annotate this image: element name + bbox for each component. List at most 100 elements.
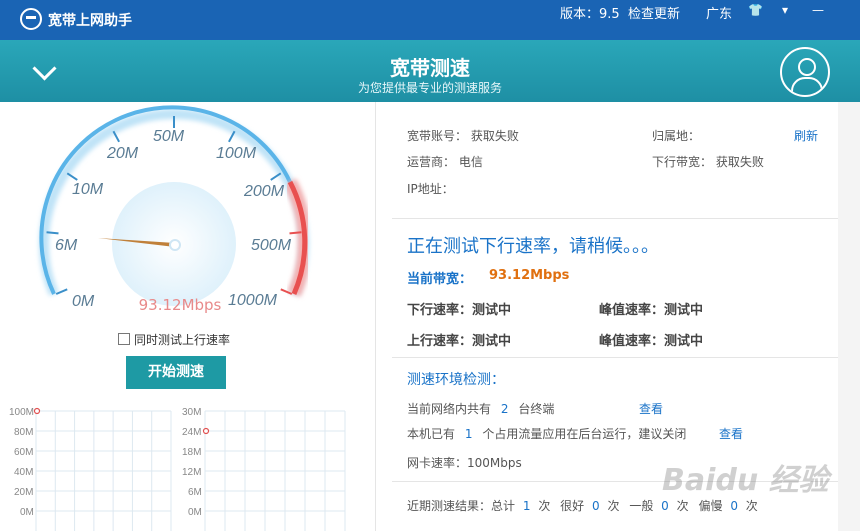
nic-speed: 网卡速率：100Mbps bbox=[407, 456, 522, 470]
slow-label: 偏慢 bbox=[698, 499, 723, 513]
env-terminals-prefix: 当前网络内共有 bbox=[407, 402, 492, 416]
gauge-tick bbox=[66, 172, 78, 181]
page-subtitle: 为您提供最专业的测速服务 bbox=[357, 81, 502, 95]
avg-unit: 次 bbox=[676, 499, 689, 513]
env-terminals-count: 2 bbox=[500, 402, 509, 416]
y-tick: 18M bbox=[182, 447, 201, 458]
scrollbar[interactable] bbox=[838, 102, 860, 531]
location-label: 归属地： bbox=[652, 129, 701, 143]
upload-test-checkbox[interactable] bbox=[118, 333, 130, 345]
start-test-button[interactable]: 开始测速 bbox=[126, 356, 226, 389]
divider bbox=[392, 218, 838, 219]
region-selector[interactable]: 广东 bbox=[706, 3, 732, 22]
y-tick: 30M bbox=[182, 407, 201, 418]
gauge-label-10: 10M bbox=[72, 181, 104, 198]
down-rate: 下行速率：测试中 bbox=[407, 303, 512, 318]
chart-point bbox=[202, 427, 210, 435]
gauge-label-50: 50M bbox=[153, 128, 185, 145]
isp-label: 运营商： bbox=[407, 155, 456, 169]
up-peak-rate: 峰值速率：测试中 bbox=[599, 334, 704, 349]
ip-label: IP地址： bbox=[407, 182, 454, 196]
avg-label: 一般 bbox=[629, 499, 654, 513]
downlink-bw-label: 下行带宽： bbox=[652, 155, 713, 169]
downlink-history-chart: 100M 80M 60M 40M 20M 0M bbox=[9, 407, 172, 531]
recent-total: 1 bbox=[522, 499, 531, 513]
y-tick: 60M bbox=[14, 447, 33, 458]
title-bar: 宽带上网助手 版本：9.5 检查更新 广东 👕 ▾ — bbox=[0, 0, 860, 40]
dropdown-icon[interactable]: ▾ bbox=[782, 3, 788, 17]
gauge-label-0: 0M bbox=[72, 293, 95, 310]
y-tick: 80M bbox=[14, 427, 33, 438]
version-text: 版本：9.5 bbox=[560, 7, 620, 22]
env-apps-suffix: 个占用流量应用在后台运行，建议关闭 bbox=[482, 427, 687, 441]
recent-label: 近期测速结果：总计 bbox=[407, 499, 516, 513]
gauge-tick bbox=[270, 172, 282, 181]
env-apps-row: 本机已有 1 个占用流量应用在后台运行，建议关闭 bbox=[407, 425, 686, 442]
gauge-tick bbox=[46, 231, 59, 235]
chart-y-ticks: 100M 80M 60M 40M 20M 0M bbox=[9, 407, 34, 518]
env-terminals-row: 当前网络内共有 2 台终端 bbox=[407, 400, 554, 417]
downlink-bw-row: 下行带宽： 获取失败 bbox=[652, 153, 764, 170]
env-apps-count: 1 bbox=[464, 427, 473, 441]
baidu-watermark: Baidu 经验 bbox=[662, 463, 829, 498]
y-tick: 12M bbox=[182, 467, 201, 478]
slow-unit: 次 bbox=[745, 499, 758, 513]
check-update-link[interactable]: 检查更新 bbox=[628, 3, 680, 22]
uplink-history-chart: 30M 24M 18M 12M 6M 0M bbox=[182, 407, 346, 531]
chart-y-ticks: 30M 24M 18M 12M 6M 0M bbox=[182, 407, 202, 518]
gauge-label-100: 100M bbox=[216, 145, 257, 162]
gauge-label-6: 6M bbox=[55, 237, 78, 254]
header-banner: 宽带测速 为您提供最专业的测速服务 bbox=[0, 40, 860, 102]
good-unit: 次 bbox=[607, 499, 620, 513]
avatar-head bbox=[798, 58, 816, 76]
chart-point bbox=[33, 407, 41, 415]
account-row: 宽带账号： 获取失败 bbox=[407, 127, 519, 144]
isp-row: 运营商： 电信 bbox=[407, 153, 483, 170]
y-tick: 100M bbox=[9, 407, 34, 418]
minimize-icon[interactable]: — bbox=[812, 3, 824, 17]
recent-unit: 次 bbox=[538, 499, 551, 513]
divider bbox=[392, 357, 838, 358]
app-logo-icon bbox=[20, 8, 42, 30]
y-tick: 20M bbox=[14, 487, 33, 498]
y-tick: 6M bbox=[188, 487, 202, 498]
good-label: 很好 bbox=[560, 499, 585, 513]
gauge-tick bbox=[289, 231, 302, 235]
view-terminals-link[interactable]: 查看 bbox=[639, 400, 663, 417]
gauge-label-500: 500M bbox=[251, 237, 292, 254]
chart-grid bbox=[204, 410, 346, 531]
panel-divider bbox=[375, 102, 376, 531]
avg-count: 0 bbox=[661, 499, 669, 513]
good-count: 0 bbox=[592, 499, 600, 513]
downlink-bw-value: 获取失败 bbox=[715, 155, 764, 169]
y-tick: 0M bbox=[188, 507, 202, 518]
recent-results: 近期测速结果：总计 1 次 很好 0 次 一般 0 次 偏慢 0 次 bbox=[407, 497, 758, 514]
isp-value: 电信 bbox=[458, 155, 483, 169]
user-avatar[interactable] bbox=[780, 47, 830, 97]
avatar-body bbox=[791, 77, 823, 95]
gauge-label-20: 20M bbox=[106, 145, 139, 162]
upload-test-option[interactable]: 同时测试上行速率 bbox=[118, 331, 230, 348]
view-apps-link[interactable]: 查看 bbox=[719, 425, 743, 442]
current-bw-value: 93.12Mbps bbox=[489, 268, 570, 283]
current-bw-label: 当前带宽： bbox=[407, 272, 473, 287]
account-value: 获取失败 bbox=[470, 129, 519, 143]
env-apps-prefix: 本机已有 bbox=[407, 427, 456, 441]
slow-count: 0 bbox=[730, 499, 738, 513]
upload-test-label: 同时测试上行速率 bbox=[134, 333, 231, 347]
chart-grid bbox=[35, 410, 172, 531]
y-tick: 40M bbox=[14, 467, 33, 478]
down-peak-rate: 峰值速率：测试中 bbox=[599, 303, 704, 318]
refresh-link[interactable]: 刷新 bbox=[794, 127, 818, 144]
y-tick: 0M bbox=[20, 507, 34, 518]
app-title: 宽带上网助手 bbox=[48, 13, 132, 29]
shirt-icon[interactable]: 👕 bbox=[748, 3, 763, 17]
y-tick: 24M bbox=[182, 427, 201, 438]
env-terminals-suffix: 台终端 bbox=[518, 402, 555, 416]
gauge-speed-value: 93.12Mbps bbox=[138, 296, 222, 314]
test-status-message: 正在测试下行速率，请稍候。。。 bbox=[407, 236, 659, 257]
gauge-needle-pivot bbox=[169, 239, 181, 251]
account-label: 宽带账号： bbox=[407, 129, 468, 143]
up-rate: 上行速率：测试中 bbox=[407, 334, 512, 349]
env-check-title: 测速环境检测： bbox=[407, 372, 505, 388]
